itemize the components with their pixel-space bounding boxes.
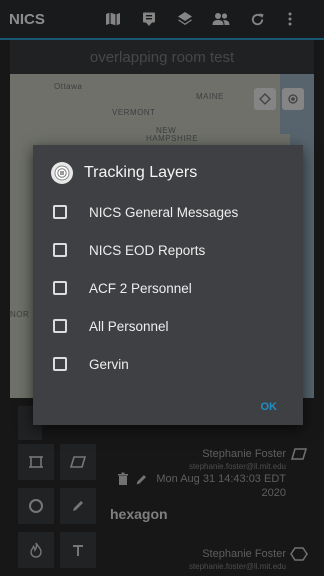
tracking-layers-dialog: Tracking Layers NICS General Messages NI… <box>33 145 303 425</box>
checkbox[interactable] <box>53 357 67 371</box>
layer-option-nics-general-messages[interactable]: NICS General Messages <box>53 194 293 230</box>
layer-option-label: NICS EOD Reports <box>89 242 206 258</box>
layer-option-acf-2-personnel[interactable]: ACF 2 Personnel <box>53 270 293 306</box>
layer-option-all-personnel[interactable]: All Personnel <box>53 308 293 344</box>
checkbox[interactable] <box>53 281 67 295</box>
layer-option-label: Gervin <box>89 356 129 372</box>
nics-logo-icon <box>51 162 73 184</box>
checkbox[interactable] <box>53 205 67 219</box>
checkbox[interactable] <box>53 243 67 257</box>
checkbox[interactable] <box>53 319 67 333</box>
layer-option-gervin[interactable]: Gervin <box>53 346 293 382</box>
screen: NICS overlapping room test Ottawa MAINE … <box>0 0 324 576</box>
layer-option-nics-eod-reports[interactable]: NICS EOD Reports <box>53 232 293 268</box>
layer-option-label: NICS General Messages <box>89 204 239 220</box>
ok-button[interactable]: OK <box>261 401 278 413</box>
dialog-header: Tracking Layers <box>51 160 197 186</box>
dialog-title: Tracking Layers <box>84 164 198 181</box>
layer-option-label: ACF 2 Personnel <box>89 280 192 296</box>
layer-option-label: All Personnel <box>89 318 169 334</box>
